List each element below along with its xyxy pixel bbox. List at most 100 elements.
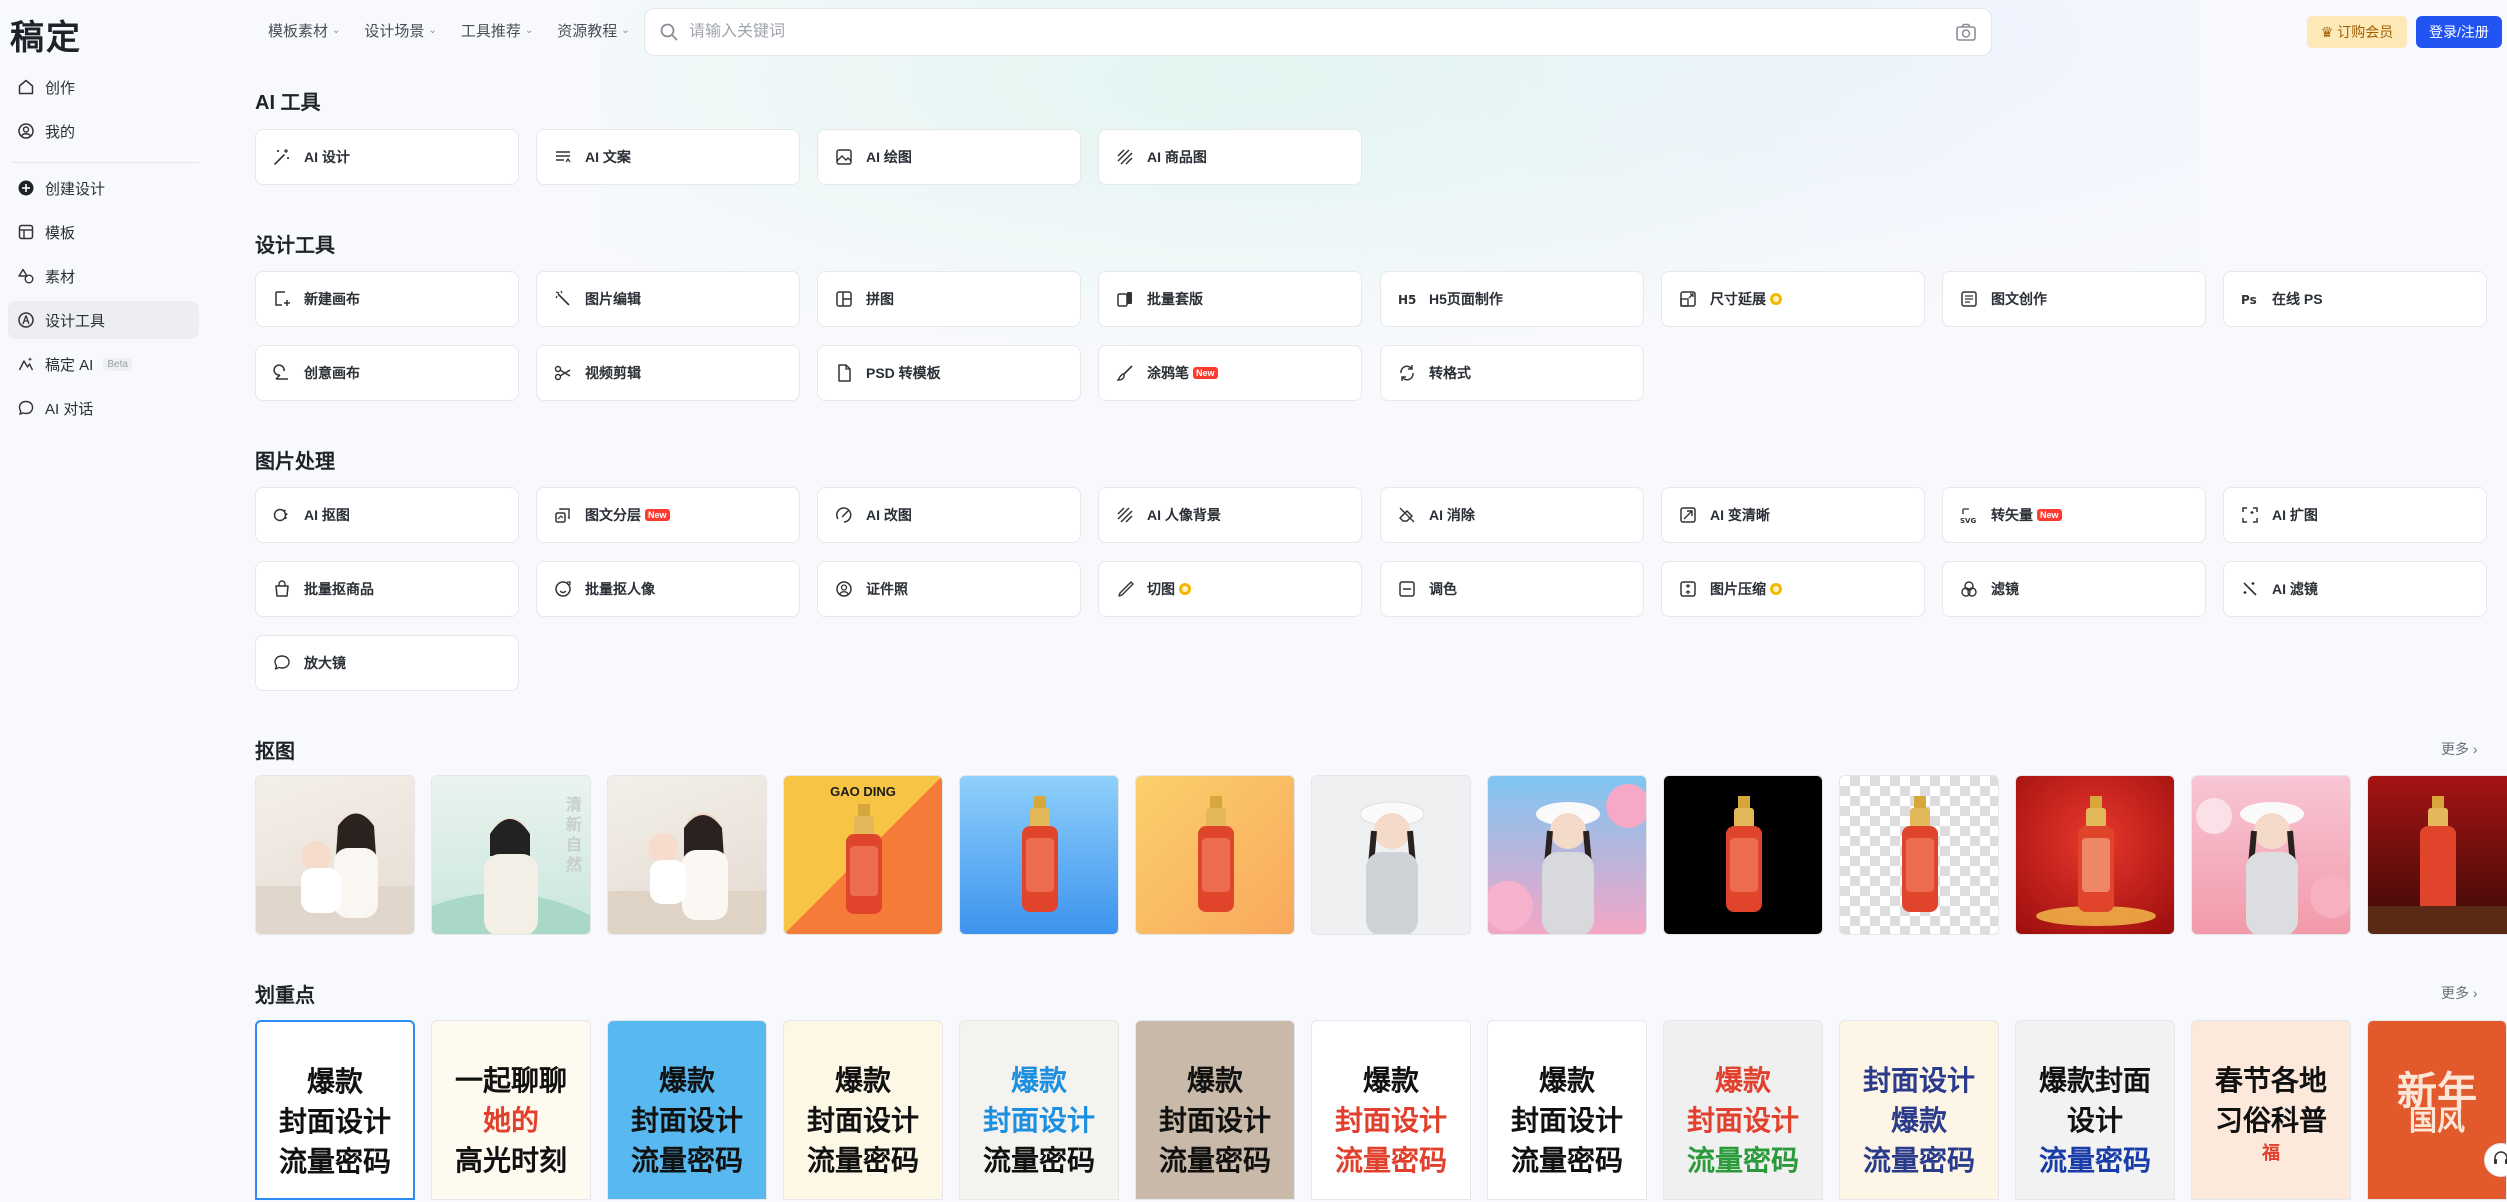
poster-line: 封面设计	[1158, 1104, 1271, 1137]
poster-line: 流量密码	[1686, 1144, 1799, 1177]
tool-card[interactable]: 拼图	[817, 271, 1081, 327]
poster-thumb[interactable]: 一起聊聊 她的 高光时刻	[431, 1020, 591, 1200]
poster-thumb[interactable]: 封面设计 爆款 流量密码	[1839, 1020, 1999, 1200]
tool-card[interactable]: 转格式	[1380, 345, 1644, 401]
tool-card[interactable]: 批量套版	[1098, 271, 1362, 327]
search-bar	[644, 8, 1992, 56]
poster-thumb[interactable]: 新年 国风	[2367, 1020, 2507, 1200]
nav-resources[interactable]: 资源教程 ⌄	[557, 20, 629, 41]
sidebar-item-design-tools[interactable]: 设计工具	[8, 301, 199, 339]
mother-baby-illustration	[608, 813, 766, 934]
cutout-thumb[interactable]	[1487, 775, 1647, 935]
sidebar-item-templates[interactable]: 模板	[8, 213, 199, 251]
tool-card[interactable]: H5 H5页面制作	[1380, 271, 1644, 327]
tool-label: AI 文案	[585, 149, 631, 165]
sidebar-item-label: 创作	[45, 79, 76, 97]
poster-thumb[interactable]: 春节各地 习俗科普福	[2191, 1020, 2351, 1200]
cutout-thumb[interactable]	[959, 775, 1119, 935]
camera-icon[interactable]	[1955, 22, 1977, 42]
serum-bottle-illustration	[1198, 796, 1234, 912]
brush-icon	[1115, 363, 1135, 383]
nav-label: 工具推荐	[460, 23, 521, 40]
tool-card[interactable]: 涂鸦笔 New	[1098, 345, 1362, 401]
cutout-thumb[interactable]: GAO DING	[783, 775, 943, 935]
highlight-more-link[interactable]: 更多 ›	[2441, 983, 2478, 1003]
tool-card[interactable]: AI 人像背景	[1098, 487, 1362, 543]
tool-card[interactable]: 滤镜	[1942, 561, 2206, 617]
tool-card[interactable]: AI 商品图	[1098, 129, 1362, 185]
tool-card[interactable]: SVG 转矢量 New	[1942, 487, 2206, 543]
login-button[interactable]: 登录/注册	[2416, 16, 2502, 48]
cutout-thumb[interactable]	[2367, 775, 2507, 935]
cutout-thumb[interactable]	[1839, 775, 1999, 935]
tool-card[interactable]: 新建画布	[255, 271, 519, 327]
tool-card[interactable]: 批量抠商品	[255, 561, 519, 617]
tool-card[interactable]: AI 绘图	[817, 129, 1081, 185]
tool-card[interactable]: 切图	[1098, 561, 1362, 617]
cutout-thumb[interactable]	[2015, 775, 2175, 935]
poster-thumb[interactable]: 爆款封面设计流量密码	[1135, 1020, 1295, 1200]
tool-card[interactable]: AI 文案	[536, 129, 800, 185]
cutout-thumb[interactable]	[2191, 775, 2351, 935]
tool-label: 图片编辑	[585, 291, 641, 307]
nav-tools[interactable]: 工具推荐 ⌄	[461, 20, 533, 41]
tool-label: AI 商品图	[1147, 149, 1207, 165]
cutout-thumb[interactable]	[1663, 775, 1823, 935]
tool-card[interactable]: AI 改图	[817, 487, 1081, 543]
tool-card[interactable]: 放大镜	[255, 635, 519, 691]
user-icon	[17, 122, 35, 140]
tool-card[interactable]: AI 消除	[1380, 487, 1644, 543]
sidebar-item-mine[interactable]: 我的	[8, 112, 199, 150]
cutout-more-link[interactable]: 更多 ›	[2441, 739, 2478, 759]
poster-thumb[interactable]: 爆款封面设计流量密码	[959, 1020, 1119, 1200]
poster-thumb[interactable]: 爆款封面设计流量密码	[1663, 1020, 1823, 1200]
poster-thumb[interactable]: 爆款封面设计流量密码	[1311, 1020, 1471, 1200]
tool-card[interactable]: Ps 在线 PS	[2223, 271, 2487, 327]
poster-line: 流量密码	[1862, 1144, 1975, 1177]
poster-thumb[interactable]: 爆款封面设计流量密码	[2015, 1020, 2175, 1200]
nav-scenes[interactable]: 设计场景 ⌄	[364, 20, 436, 41]
poster-thumb[interactable]: 爆款封面设计流量密码	[783, 1020, 943, 1200]
sidebar-item-gaoding-ai[interactable]: 稿定 AI Beta	[8, 345, 199, 383]
tool-card[interactable]: 图文分层 New	[536, 487, 800, 543]
vertical-text: 清新自然	[566, 797, 583, 874]
poster-line: 流量密码	[1158, 1144, 1271, 1177]
tool-card[interactable]: 视频剪辑	[536, 345, 800, 401]
tool-card[interactable]: 尺寸延展	[1661, 271, 1925, 327]
tool-card[interactable]: AI 变清晰	[1661, 487, 1925, 543]
section-title-ai-tools: AI 工具	[255, 92, 321, 114]
poster-thumb[interactable]: 爆款封面设计流量密码	[1487, 1020, 1647, 1200]
cutout-thumb[interactable]	[255, 775, 415, 935]
vip-button[interactable]: ♛ 订购会员	[2307, 16, 2407, 48]
sidebar-item-create[interactable]: 创作	[8, 68, 199, 106]
tool-card[interactable]: 证件照	[817, 561, 1081, 617]
sidebar-item-ai-chat[interactable]: AI 对话	[8, 389, 199, 427]
tool-card[interactable]: PSD 转模板	[817, 345, 1081, 401]
tool-card[interactable]: AI 抠图	[255, 487, 519, 543]
expand-icon	[2240, 505, 2260, 525]
poster-thumb[interactable]: 爆款封面设计流量密码	[607, 1020, 767, 1200]
tool-card[interactable]: AI 扩图	[2223, 487, 2487, 543]
tool-card[interactable]: AI 设计	[255, 129, 519, 185]
tool-card[interactable]: AI 滤镜	[2223, 561, 2487, 617]
tool-label: AI 滤镜	[2272, 581, 2318, 597]
nav-templates[interactable]: 模板素材 ⌄	[268, 20, 340, 41]
tool-card[interactable]: 批量抠人像	[536, 561, 800, 617]
tool-card[interactable]: 图片压缩	[1661, 561, 1925, 617]
logo[interactable]: 稿定	[10, 10, 82, 59]
tool-card[interactable]: 创意画布	[255, 345, 519, 401]
sidebar-item-new-design[interactable]: 创建设计	[8, 169, 199, 207]
psd-file-icon	[834, 363, 854, 383]
poster-thumb[interactable]: 爆款封面设计流量密码	[255, 1020, 415, 1200]
cutout-thumb[interactable]: 清新自然	[431, 775, 591, 935]
tool-label: 在线 PS	[2272, 291, 2323, 307]
tool-card[interactable]: 图文创作	[1942, 271, 2206, 327]
cutout-thumb[interactable]	[607, 775, 767, 935]
poster-line: 流量密码	[806, 1144, 919, 1177]
search-input[interactable]	[689, 23, 1945, 41]
cutout-thumb[interactable]	[1135, 775, 1295, 935]
tool-card[interactable]: 调色	[1380, 561, 1644, 617]
cutout-thumb[interactable]	[1311, 775, 1471, 935]
tool-card[interactable]: 图片编辑	[536, 271, 800, 327]
sidebar-item-assets[interactable]: 素材	[8, 257, 199, 295]
